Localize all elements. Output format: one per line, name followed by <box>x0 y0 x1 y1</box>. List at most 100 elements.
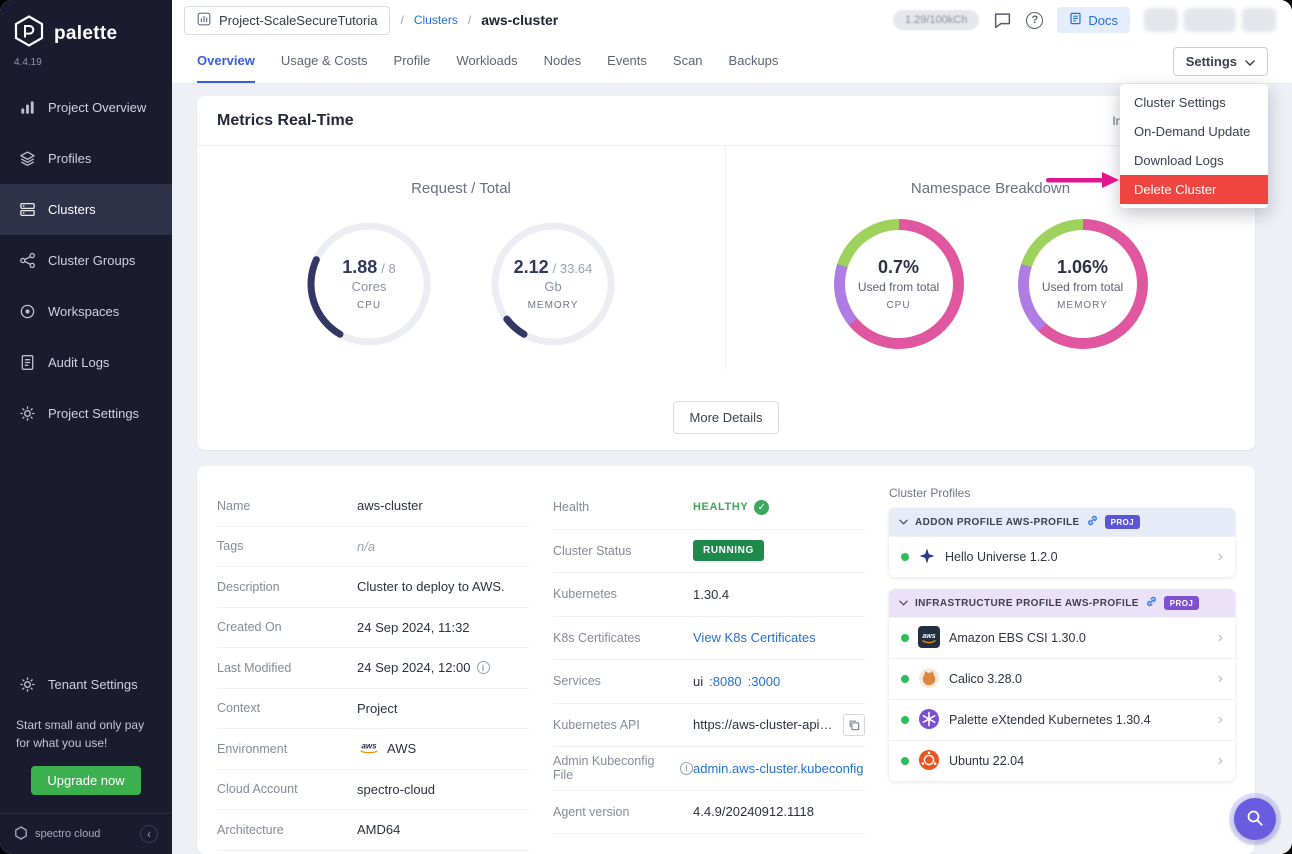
redacted-user-area <box>1144 8 1276 32</box>
cluster-profiles-title: Cluster Profiles <box>889 486 1235 500</box>
gear-icon <box>18 405 36 422</box>
cpu-total-value: / 8 <box>381 261 395 276</box>
kubeconfig-download-link[interactable]: admin.aws-cluster.kubeconfig <box>693 761 864 776</box>
pack-row-palette-extended-kubernetes[interactable]: Palette eXtended Kubernetes 1.30.4 › <box>889 699 1235 740</box>
namespace-memory-ring: 1.06% Used from total MEMORY <box>1018 219 1148 349</box>
app-version: 4.4.19 <box>0 53 172 82</box>
menu-item-download-logs[interactable]: Download Logs <box>1120 146 1268 175</box>
health-status: HEALTHY <box>693 501 748 513</box>
sidebar-item-project-overview[interactable]: Project Overview <box>0 82 172 133</box>
link-icon[interactable] <box>1146 596 1157 610</box>
menu-item-cluster-settings[interactable]: Cluster Settings <box>1120 88 1268 117</box>
app-window: palette 4.4.19 Project Overview Profiles <box>0 0 1292 854</box>
namespace-rings: 0.7% Used from total CPU 1.06% Used from… <box>834 219 1148 349</box>
chevron-right-icon: › <box>1218 629 1223 647</box>
cpu-caption: CPU <box>357 300 381 311</box>
breadcrumb-current: aws-cluster <box>481 12 558 28</box>
namespace-memory-value: 1.06% <box>1057 257 1108 278</box>
request-total-title: Request / Total <box>411 180 511 197</box>
docs-page-icon <box>1069 12 1082 28</box>
footer-brand: spectro cloud <box>35 828 100 840</box>
cluster-details-card: Name aws-cluster Tags n/a Description Cl… <box>197 466 1255 854</box>
service-port-3000-link[interactable]: :3000 <box>748 674 781 689</box>
tab-workloads[interactable]: Workloads <box>456 40 517 83</box>
project-selector[interactable]: Project-ScaleSecureTutoria <box>184 6 390 35</box>
detail-row-created-on: Created On 24 Sep 2024, 11:32 <box>217 608 529 649</box>
info-icon[interactable]: i <box>680 762 693 775</box>
bar-chart-icon <box>18 99 36 116</box>
sidebar-item-label: Cluster Groups <box>48 253 135 268</box>
service-port-8080-link[interactable]: :8080 <box>709 674 742 689</box>
infrastructure-profile-group: INFRASTRUCTURE PROFILE AWS-PROFILE PROJ <box>889 589 1235 781</box>
pack-row-calico[interactable]: Calico 3.28.0 › <box>889 658 1235 699</box>
request-total-section: Request / Total 1.88 / <box>197 146 726 371</box>
memory-gauge: 2.12 / 33.64 Gb MEMORY <box>488 219 618 349</box>
chat-icon[interactable] <box>993 11 1012 30</box>
tab-overview[interactable]: Overview <box>197 40 255 83</box>
pack-row-amazon-ebs-csi[interactable]: aws Amazon EBS CSI 1.30.0 › <box>889 617 1235 658</box>
star-icon <box>918 547 936 568</box>
magnifier-icon <box>1245 808 1265 831</box>
pack-row-ubuntu[interactable]: Ubuntu 22.04 › <box>889 740 1235 781</box>
cluster-tabbar: Overview Usage & Costs Profile Workloads… <box>172 40 1292 84</box>
detail-row-kubernetes: Kubernetes 1.30.4 <box>553 573 865 617</box>
collapse-sidebar-button[interactable]: ‹ <box>140 825 158 843</box>
link-icon[interactable] <box>1087 515 1098 529</box>
sidebar-item-project-settings[interactable]: Project Settings <box>0 388 172 439</box>
sidebar-item-tenant-settings[interactable]: Tenant Settings <box>0 659 172 710</box>
tab-scan[interactable]: Scan <box>673 40 703 83</box>
pack-row-hello-universe[interactable]: Hello Universe 1.2.0 › <box>889 536 1235 577</box>
settings-dropdown-menu: Cluster Settings On-Demand Update Downlo… <box>1120 84 1268 208</box>
docs-button[interactable]: Docs <box>1057 7 1130 33</box>
svg-text:aws: aws <box>922 633 935 640</box>
brand-name: palette <box>54 23 117 45</box>
memory-total-value: / 33.64 <box>553 261 593 276</box>
details-middle-column: Health HEALTHY ✓ Cluster Status RUNNING <box>553 486 889 854</box>
settings-dropdown-button[interactable]: Settings <box>1173 47 1268 76</box>
details-left-column: Name aws-cluster Tags n/a Description Cl… <box>217 486 553 854</box>
tab-profile[interactable]: Profile <box>394 40 431 83</box>
memory-caption: MEMORY <box>528 300 579 311</box>
sidebar-footer: spectro cloud ‹ <box>0 813 172 854</box>
sidebar-item-profiles[interactable]: Profiles <box>0 133 172 184</box>
metrics-title: Metrics Real-Time <box>217 112 354 130</box>
sidebar-item-cluster-groups[interactable]: Cluster Groups <box>0 235 172 286</box>
main-area: Project-ScaleSecureTutoria / Clusters / … <box>172 0 1292 854</box>
sidebar-item-audit-logs[interactable]: Audit Logs <box>0 337 172 388</box>
server-icon <box>18 201 36 218</box>
project-chart-icon <box>197 12 211 29</box>
view-k8s-certificates-link[interactable]: View K8s Certificates <box>693 630 816 645</box>
scope-badge: PROJ <box>1105 515 1140 529</box>
tab-events[interactable]: Events <box>607 40 647 83</box>
sidebar-item-label: Project Overview <box>48 100 146 115</box>
menu-item-on-demand-update[interactable]: On-Demand Update <box>1120 117 1268 146</box>
addon-profile-header[interactable]: ADDON PROFILE AWS-PROFILE PROJ <box>889 508 1235 536</box>
tab-nodes[interactable]: Nodes <box>544 40 582 83</box>
cpu-gauge: 1.88 / 8 Cores CPU <box>304 219 434 349</box>
detail-row-cluster-status: Cluster Status RUNNING <box>553 530 865 574</box>
sidebar-item-workspaces[interactable]: Workspaces <box>0 286 172 337</box>
help-icon[interactable]: ? <box>1026 12 1043 29</box>
infrastructure-profile-header[interactable]: INFRASTRUCTURE PROFILE AWS-PROFILE PROJ <box>889 589 1235 617</box>
status-dot <box>901 757 909 765</box>
detail-row-health: Health HEALTHY ✓ <box>553 486 865 530</box>
info-icon[interactable]: i <box>477 661 490 674</box>
more-details-button[interactable]: More Details <box>673 401 780 434</box>
chevron-down-icon <box>899 598 908 609</box>
sidebar-bottom: Tenant Settings Start small and only pay… <box>0 659 172 854</box>
tab-backups[interactable]: Backups <box>729 40 779 83</box>
support-search-fab[interactable] <box>1234 798 1276 840</box>
aws-icon: aws <box>918 626 940 651</box>
breadcrumb-separator: / <box>400 13 403 27</box>
tab-usage-costs[interactable]: Usage & Costs <box>281 40 368 83</box>
upgrade-button[interactable]: Upgrade now <box>31 766 140 795</box>
copy-icon[interactable] <box>843 714 865 736</box>
cluster-profiles-panel: Cluster Profiles ADDON PROFILE AWS-PROFI… <box>889 486 1235 854</box>
breadcrumb-clusters-link[interactable]: Clusters <box>414 13 458 27</box>
menu-item-delete-cluster[interactable]: Delete Cluster <box>1120 175 1268 204</box>
request-total-gauges: 1.88 / 8 Cores CPU <box>304 219 618 349</box>
status-badge: RUNNING <box>693 540 764 561</box>
detail-row-services: Services ui :8080 :3000 <box>553 660 865 704</box>
scope-badge: PROJ <box>1164 596 1199 610</box>
sidebar-item-clusters[interactable]: Clusters <box>0 184 172 235</box>
